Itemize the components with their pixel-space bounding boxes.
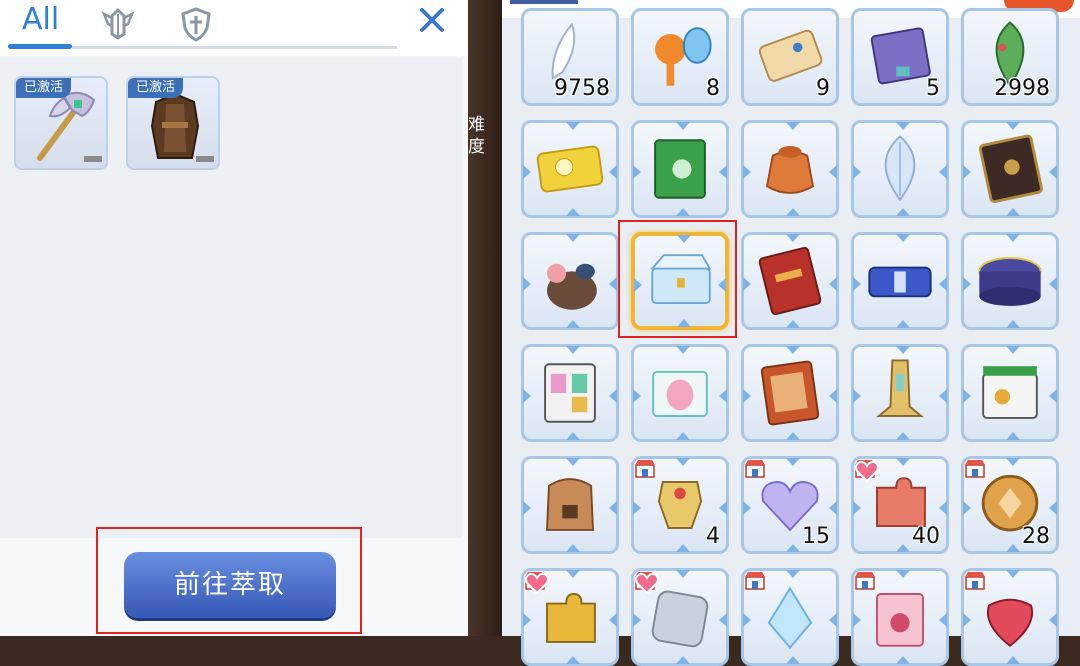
inventory-slot[interactable] (851, 120, 949, 218)
item-count: 2998 (994, 76, 1050, 101)
inventory-slot[interactable]: 5 (851, 8, 949, 106)
item-count: 9758 (554, 76, 610, 101)
shop-icon (965, 572, 985, 590)
dark-tome-icon (978, 134, 1043, 204)
inventory-slot[interactable]: 40 (851, 456, 949, 554)
inventory-slot[interactable] (521, 344, 619, 442)
inventory-slot[interactable]: 9758 (521, 8, 619, 106)
inventory-slot[interactable]: 4 (631, 456, 729, 554)
inventory-slot[interactable]: 15 (741, 456, 839, 554)
inventory-slot[interactable] (631, 344, 729, 442)
background-text: 度 (468, 137, 485, 157)
shop-icon (635, 460, 655, 478)
golden-ticket-icon (536, 145, 604, 193)
magic-box-icon (978, 257, 1042, 306)
inventory-slot-selected[interactable] (631, 232, 729, 330)
crystal-leaf-icon (884, 135, 916, 202)
tab-track (72, 46, 397, 49)
item-count: 5 (926, 76, 940, 101)
red-book-icon (758, 246, 822, 316)
activated-badge: 已激活 (16, 78, 72, 98)
inventory-slot[interactable] (521, 232, 619, 330)
equipment-card-armor[interactable]: 已激活 (126, 76, 220, 170)
inventory-slot[interactable] (961, 568, 1059, 666)
equipment-card-axe[interactable]: 已激活 (14, 76, 108, 170)
inventory-slot[interactable] (521, 568, 619, 666)
active-tab-indicator (8, 44, 72, 49)
wardrobe-icon (544, 363, 596, 423)
inventory-slot[interactable]: 9 (741, 8, 839, 106)
shop-icon (745, 460, 765, 478)
go-extract-button[interactable]: 前往萃取 (124, 552, 336, 618)
background-strip (468, 0, 502, 636)
shop-icon (745, 572, 765, 590)
crystal-chest-icon (650, 254, 712, 305)
inventory-slot[interactable]: 8 (631, 8, 729, 106)
blue-case-icon (868, 266, 932, 298)
item-count: 15 (802, 524, 830, 549)
item-count: 40 (912, 524, 940, 549)
inventory-slot[interactable] (631, 568, 729, 666)
inventory-slot[interactable]: 2998 (961, 8, 1059, 106)
inventory-slot[interactable] (741, 568, 839, 666)
inventory-slot[interactable] (631, 120, 729, 218)
inventory-slot[interactable] (851, 232, 949, 330)
shield-cross-icon[interactable] (178, 6, 214, 42)
inventory-slot[interactable] (521, 120, 619, 218)
inventory-tab-indicator (510, 0, 578, 4)
close-icon[interactable] (414, 2, 450, 38)
inventory-slot[interactable] (741, 344, 839, 442)
inventory-slot[interactable] (851, 344, 949, 442)
green-book-icon (654, 139, 706, 199)
item-count: 28 (1022, 524, 1050, 549)
inventory-slot[interactable] (741, 120, 839, 218)
activated-badge: 已激活 (128, 78, 184, 98)
heart-icon (525, 572, 549, 595)
mystery-box-icon (982, 366, 1038, 419)
backpack-icon (545, 478, 595, 531)
inventory-slot[interactable] (741, 232, 839, 330)
inventory-slot[interactable] (961, 120, 1059, 218)
shop-icon (965, 460, 985, 478)
shop-icon (855, 572, 875, 590)
egg-box-icon (652, 370, 708, 417)
item-count: 8 (706, 76, 720, 101)
heart-icon (855, 460, 879, 483)
heart-icon (635, 572, 659, 595)
golden-stand-icon (876, 359, 924, 417)
inventory-slot[interactable]: 28 (961, 456, 1059, 554)
item-count: 4 (706, 524, 720, 549)
inventory-slot[interactable] (851, 568, 949, 666)
coin-bag-icon (765, 146, 815, 194)
item-count: 9 (816, 76, 830, 101)
inventory-slot[interactable] (961, 344, 1059, 442)
card-book-icon (760, 360, 820, 426)
paw-bag-icon (547, 263, 597, 310)
winged-helmet-icon[interactable] (100, 6, 136, 42)
tab-all[interactable]: All (22, 2, 59, 37)
inventory-slot[interactable] (521, 456, 619, 554)
inventory-slot[interactable] (961, 232, 1059, 330)
